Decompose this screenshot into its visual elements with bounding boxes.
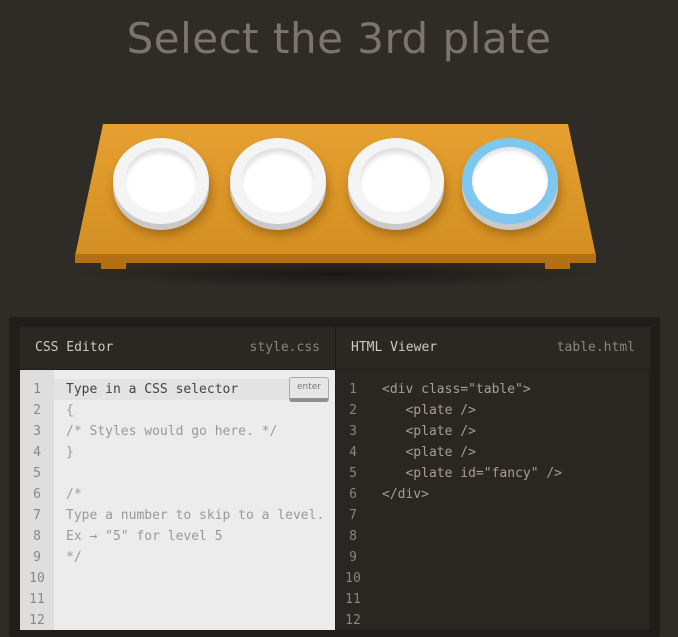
plate-2[interactable] bbox=[230, 138, 326, 224]
line-number: 10 bbox=[29, 571, 45, 586]
html-viewer-filename: table.html bbox=[556, 340, 635, 355]
line-number: 4 bbox=[349, 445, 357, 460]
table-leg-right bbox=[545, 262, 570, 269]
line-number: 10 bbox=[345, 571, 361, 586]
line-number: 9 bbox=[33, 550, 41, 565]
line-number: 7 bbox=[349, 508, 357, 523]
line-number: 11 bbox=[345, 592, 361, 607]
line-number: 9 bbox=[349, 550, 357, 565]
css-editor-filename: style.css bbox=[249, 340, 320, 355]
line-number: 4 bbox=[33, 445, 41, 460]
line-number: 3 bbox=[349, 424, 357, 439]
html-viewer-title: HTML Viewer bbox=[351, 340, 438, 355]
html-line-numbers: 1 2 3 4 5 6 7 8 9 10 11 12 bbox=[336, 370, 370, 630]
code-line: /* Styles would go here. */ bbox=[66, 424, 278, 439]
code-line: /* bbox=[66, 487, 82, 502]
code-line: <div class="table"> bbox=[382, 382, 531, 397]
code-line: <plate /> bbox=[382, 424, 476, 439]
css-editor-title: CSS Editor bbox=[35, 340, 114, 355]
plate-3[interactable] bbox=[348, 138, 444, 224]
css-editor-body: Type in a CSS selector { /* Styles would … bbox=[54, 370, 335, 630]
line-number: 8 bbox=[33, 529, 41, 544]
line-number: 6 bbox=[33, 487, 41, 502]
line-number: 2 bbox=[33, 403, 41, 418]
line-number: 6 bbox=[349, 487, 357, 502]
code-line: Ex → "5" for level 5 bbox=[66, 529, 223, 544]
level-instruction: Select the 3rd plate bbox=[126, 14, 552, 63]
code-line: <plate /> bbox=[382, 403, 476, 418]
line-number: 5 bbox=[33, 466, 41, 481]
code-line: } bbox=[66, 445, 74, 460]
line-number: 1 bbox=[33, 382, 41, 397]
line-number: 12 bbox=[345, 613, 361, 628]
html-viewer-header: HTML Viewer table.html bbox=[335, 327, 650, 369]
code-line: </div> bbox=[382, 487, 429, 502]
table-shadow bbox=[70, 260, 600, 288]
line-number: 11 bbox=[29, 592, 45, 607]
code-line: <plate id="fancy" /> bbox=[382, 466, 563, 481]
line-number: 3 bbox=[33, 424, 41, 439]
html-viewer-body: <div class="table"> <plate /> <plate /> … bbox=[370, 370, 649, 630]
plate-fancy[interactable] bbox=[462, 138, 558, 224]
line-number: 5 bbox=[349, 466, 357, 481]
code-line: <plate /> bbox=[382, 445, 476, 460]
table-leg-left bbox=[101, 262, 126, 269]
code-line: { bbox=[66, 403, 74, 418]
table-front-edge bbox=[75, 254, 596, 263]
enter-button[interactable]: enter bbox=[289, 377, 329, 402]
line-number: 12 bbox=[29, 613, 45, 628]
line-number: 7 bbox=[33, 508, 41, 523]
line-number: 8 bbox=[349, 529, 357, 544]
line-number: 1 bbox=[349, 382, 357, 397]
code-line: */ bbox=[66, 550, 82, 565]
plate-1[interactable] bbox=[113, 138, 209, 224]
line-number: 2 bbox=[349, 403, 357, 418]
code-line: Type a number to skip to a level. bbox=[66, 508, 325, 523]
css-selector-input[interactable]: Type in a CSS selector bbox=[54, 379, 291, 400]
css-editor-header: CSS Editor style.css bbox=[20, 327, 335, 369]
css-line-numbers: 1 2 3 4 5 6 7 8 9 10 11 12 bbox=[20, 370, 54, 630]
